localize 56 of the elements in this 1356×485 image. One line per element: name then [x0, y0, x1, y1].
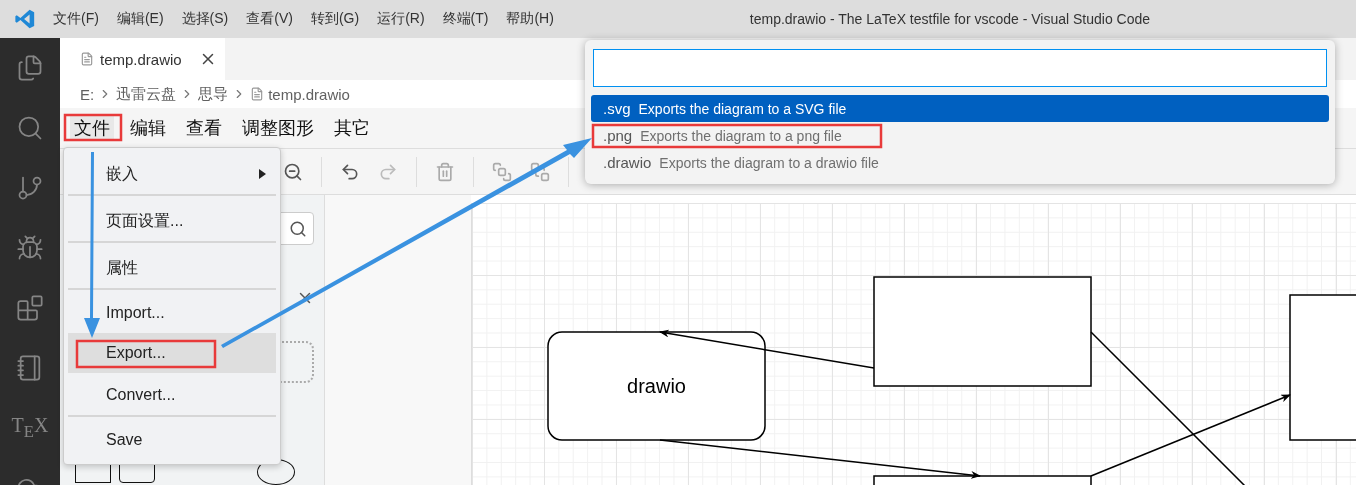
menu-item[interactable]: 其它 — [330, 116, 374, 140]
breadcrumb-item[interactable]: 迅雷云盘 — [116, 84, 177, 104]
menu-item[interactable]: Import... — [68, 293, 276, 333]
to-back-icon[interactable] — [530, 161, 550, 182]
option-description: Exports the diagram to a drawio file — [659, 154, 879, 171]
file-icon — [80, 52, 94, 66]
tex-button[interactable]: T$_{E}$X — [11, 414, 49, 442]
menu-item[interactable]: 文件 — [70, 116, 114, 140]
option-description: Exports the diagram to a SVG file — [638, 100, 847, 117]
vscode-logo-icon — [14, 8, 36, 30]
menu-item[interactable]: 编辑 — [126, 116, 170, 140]
palette-option[interactable]: .png Exports the diagram to a png file — [591, 122, 1329, 149]
window-title: temp.drawio - The LaTeX testfile for vscode - Visual Studio Code — [748, 11, 1152, 27]
palette-option[interactable]: .drawio Exports the diagram to a drawio file — [591, 149, 1329, 176]
files-icon[interactable] — [16, 54, 44, 82]
diagram-node[interactable] — [873, 475, 1092, 485]
option-extension: .svg — [603, 100, 631, 117]
menu-item[interactable]: Export... — [68, 333, 276, 373]
bug-icon[interactable] — [16, 234, 44, 262]
breadcrumb-item[interactable]: temp.drawio — [268, 85, 350, 103]
breadcrumb-item[interactable]: 思导 — [198, 84, 229, 104]
editor-tab[interactable]: temp.drawio — [60, 38, 225, 80]
diagram-node[interactable]: drawio — [547, 331, 766, 441]
option-extension: .png — [603, 127, 633, 144]
input-field[interactable] — [593, 49, 1327, 87]
palette-option[interactable]: .svg Exports the diagram to a SVG file — [591, 95, 1329, 122]
menu-item[interactable]: 运行(R) — [377, 10, 425, 28]
zoom-out-icon[interactable] — [283, 161, 303, 182]
branch-icon[interactable] — [16, 174, 44, 202]
search-icon[interactable] — [16, 114, 44, 142]
undo-icon[interactable] — [340, 161, 360, 182]
menu-item[interactable]: 帮助(H) — [506, 10, 554, 28]
option-description: Exports the diagram to a png file — [640, 127, 842, 144]
tab-label: temp.drawio — [100, 50, 183, 68]
file-icon — [250, 87, 265, 101]
menu-item[interactable]: 文件(F) — [53, 10, 99, 28]
menu-item[interactable]: 转到(G) — [310, 10, 360, 28]
search-icon — [289, 219, 307, 238]
blocks-icon[interactable] — [16, 294, 44, 322]
connector-arrow[interactable] — [659, 439, 981, 479]
menu-item[interactable]: 终端(T) — [442, 10, 489, 28]
diagram-node[interactable] — [873, 276, 1092, 387]
connector-arrow[interactable] — [1090, 394, 1291, 477]
highlight-frame — [63, 113, 123, 142]
menu-item[interactable]: 查看(V) — [246, 10, 293, 28]
option-extension: .drawio — [603, 154, 652, 171]
diagram-node[interactable] — [1289, 294, 1356, 441]
menu-item[interactable]: 编辑(E) — [116, 10, 164, 28]
menu-item[interactable]: 调整图形 — [238, 116, 318, 140]
menu-item[interactable]: Save — [68, 420, 276, 460]
menu-item[interactable]: 选择(S) — [181, 10, 229, 28]
menu-item[interactable]: Convert... — [68, 373, 276, 417]
connector-arrow[interactable] — [659, 329, 875, 369]
menu-item[interactable]: 查看 — [182, 116, 226, 140]
submenu-arrow-icon — [259, 169, 266, 179]
breadcrumb-item[interactable]: E: — [80, 85, 95, 103]
